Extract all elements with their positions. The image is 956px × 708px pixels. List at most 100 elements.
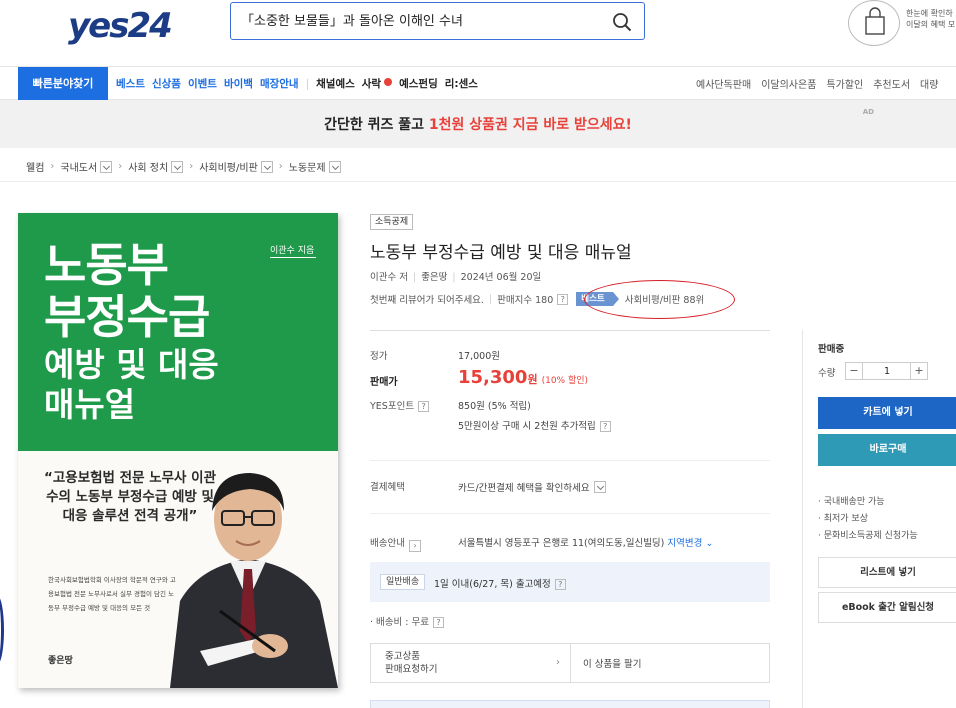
nav-store[interactable]: 매장안내 xyxy=(260,76,299,91)
breadcrumb-divider xyxy=(0,181,956,182)
main-nav: 빠른분야찾기 베스트 신상품 이벤트 바이백 매장안내 | 채널예스 사락 예스… xyxy=(0,66,956,100)
nav-exclusive[interactable]: 예사단독판매 xyxy=(696,76,751,91)
book-cover[interactable]: 이관수 지음 노동부 부정수급 예방 및 대응 매뉴얼 “고용보험법 전문 노무… xyxy=(18,213,338,688)
delivery-box: 일반배송 1일 이내(6/27, 목) 출고예정? xyxy=(370,562,770,602)
chevron-down-icon[interactable] xyxy=(100,161,113,173)
sale-price-label: 판매가 xyxy=(370,377,398,388)
new-badge xyxy=(384,78,393,86)
breadcrumb-criticism[interactable]: 사회비평/비판 xyxy=(199,159,258,174)
help-icon[interactable]: ? xyxy=(432,617,444,628)
nav-buyback[interactable]: 바이백 xyxy=(224,76,253,91)
quantity-increase-button[interactable]: + xyxy=(910,362,928,380)
nav-recommend[interactable]: 추천도서 xyxy=(873,76,910,91)
section-divider xyxy=(370,330,770,331)
nav-gift[interactable]: 이달의사은품 xyxy=(761,76,816,91)
search-icon[interactable] xyxy=(612,12,632,32)
chevron-down-icon[interactable] xyxy=(593,481,606,493)
review-link[interactable]: 첫번째 리뷰어가 되어주세요. xyxy=(370,292,484,306)
chevron-down-icon[interactable] xyxy=(171,161,184,173)
nav-event[interactable]: 이벤트 xyxy=(188,76,217,91)
chevron-right-icon: › xyxy=(278,160,283,172)
nav-left: 베스트 신상품 이벤트 바이백 매장안내 | 채널예스 사락 예스펀딩 리:센스 xyxy=(116,67,485,100)
author-photo xyxy=(170,473,338,688)
purchase-notes: · 국내배송만 가능 · 최저가 보상 · 문화비소득공제 신청가능 xyxy=(818,497,918,541)
panel-divider xyxy=(802,330,803,708)
side-circle-decoration xyxy=(0,595,4,665)
benefit-text: 한눈에 확인하 이달의 혜택 모 xyxy=(906,9,956,29)
cover-publisher: 좋은땅 xyxy=(48,656,73,666)
region-change-link[interactable]: 지역변경 xyxy=(667,538,702,549)
nav-license[interactable]: 리:센스 xyxy=(445,76,478,91)
nav-special[interactable]: 특가할인 xyxy=(826,76,863,91)
quantity-decrease-button[interactable]: − xyxy=(845,362,863,380)
quick-category-button[interactable]: 빠른분야찾기 xyxy=(18,67,108,100)
sale-price: 15,300원 (10% 할인) xyxy=(458,367,589,388)
product-meta: 이관수 저 | 좋은땅 | 2024년 06월 20일 xyxy=(370,272,542,283)
chevron-down-icon[interactable]: ⌄ xyxy=(702,538,713,549)
cover-title-line-1: 노동부 xyxy=(44,238,169,292)
author-link[interactable]: 이관수 저 xyxy=(370,272,408,283)
help-icon[interactable]: ? xyxy=(557,293,569,305)
tax-deduction-badge: 소득공제 xyxy=(370,214,414,230)
add-to-list-button[interactable]: 리스트에 넣기 xyxy=(818,557,956,588)
sales-index: 판매지수 180 xyxy=(497,295,554,306)
shopping-bag-icon[interactable] xyxy=(848,0,900,46)
used-sell-request-button[interactable]: 중고상품 판매요청하기 › xyxy=(371,644,571,682)
nav-divider: | xyxy=(305,77,310,90)
nav-right: 예사단독판매 이달의사은품 특가할인 추천도서 대량 xyxy=(696,67,948,100)
list-price: 17,000원 xyxy=(458,351,500,362)
cover-description: 한국사회보험법학회 이사장의 학문적 연구와 고용보험법 전문 노무사로서 실무… xyxy=(48,576,176,612)
help-icon[interactable]: ? xyxy=(599,421,611,432)
nav-best[interactable]: 베스트 xyxy=(116,76,145,91)
breadcrumb-labor[interactable]: 노동문제 xyxy=(289,159,326,174)
buy-now-button[interactable]: 바로구매 xyxy=(818,434,956,466)
nav-funding[interactable]: 예스펀딩 xyxy=(399,76,438,91)
breadcrumb-domestic[interactable]: 국내도서 xyxy=(60,159,97,174)
chevron-right-icon[interactable]: › xyxy=(408,540,421,552)
section-divider xyxy=(370,460,770,461)
ebook-alert-button[interactable]: eBook 출간 알림신청 xyxy=(818,592,956,623)
chevron-right-icon: › xyxy=(118,160,123,172)
highlight-ellipse xyxy=(584,280,735,319)
quantity-label: 수량 xyxy=(818,368,836,379)
nav-new[interactable]: 신상품 xyxy=(152,76,181,91)
cover-title-line-3: 예방 및 대응 xyxy=(44,345,219,384)
quiz-banner[interactable]: 간단한 퀴즈 풀고 1천원 상품권 지금 바로 받으세요! AD xyxy=(0,100,956,148)
cover-green-panel: 이관수 지음 노동부 부정수급 예방 및 대응 매뉴얼 xyxy=(18,213,338,451)
product-title: 노동부 부정수급 예방 및 대응 매뉴얼 xyxy=(370,243,632,263)
breadcrumb-welcome[interactable]: 웰컴 xyxy=(26,159,44,174)
publisher-link[interactable]: 좋은땅 xyxy=(421,272,447,283)
nav-sarak[interactable]: 사락 xyxy=(362,76,381,91)
yes24-logo[interactable]: yes24 xyxy=(68,6,173,46)
sell-item-button[interactable]: 이 상품을 팔기 xyxy=(583,656,641,670)
payment-benefit[interactable]: 카드/간편결제 혜택을 확인하세요 xyxy=(458,479,606,494)
ad-mark: AD xyxy=(862,108,874,116)
point-value: 850원 (5% 적립) xyxy=(458,401,531,412)
search-box[interactable] xyxy=(230,2,645,40)
chevron-down-icon[interactable] xyxy=(328,161,341,173)
help-icon[interactable]: ? xyxy=(418,401,430,412)
add-to-cart-button[interactable]: 카트에 넣기 xyxy=(818,397,956,429)
payment-label: 결제혜택 xyxy=(370,482,405,493)
sale-status: 판매중 xyxy=(818,344,845,355)
chevron-down-icon[interactable] xyxy=(260,161,273,173)
breadcrumb: 웰컴 › 국내도서 › 사회 정치 › 사회비평/비판 › 노동문제 xyxy=(26,157,341,175)
used-box: 중고상품 판매요청하기 › 이 상품을 팔기 xyxy=(370,643,770,683)
help-icon[interactable]: ? xyxy=(554,579,566,590)
chevron-right-icon: › xyxy=(189,160,194,172)
cover-title-line-2: 부정수급 xyxy=(44,290,210,344)
chevron-right-icon: › xyxy=(556,657,560,668)
publish-date: 2024년 06월 20일 xyxy=(460,272,542,283)
point-extra: 5만원이상 구매 시 2천원 추가적립? xyxy=(458,418,611,432)
cover-author: 이관수 지음 xyxy=(270,243,317,258)
delivery-estimate: 1일 이내(6/27, 목) 출고예정? xyxy=(434,576,566,590)
nav-channel-yes[interactable]: 채널예스 xyxy=(316,76,355,91)
quantity-input[interactable] xyxy=(863,362,911,380)
nav-bulk[interactable]: 대량 xyxy=(920,76,938,91)
shipping-address: 서울특별시 영등포구 은행로 11(여의도동,일신빌딩) 지역변경 ⌄ xyxy=(458,538,714,549)
search-input[interactable] xyxy=(241,12,601,27)
breadcrumb-society[interactable]: 사회 정치 xyxy=(128,159,168,174)
chevron-right-icon: › xyxy=(50,160,55,172)
delivery-type-tag: 일반배송 xyxy=(380,574,426,590)
list-price-label: 정가 xyxy=(370,351,388,362)
